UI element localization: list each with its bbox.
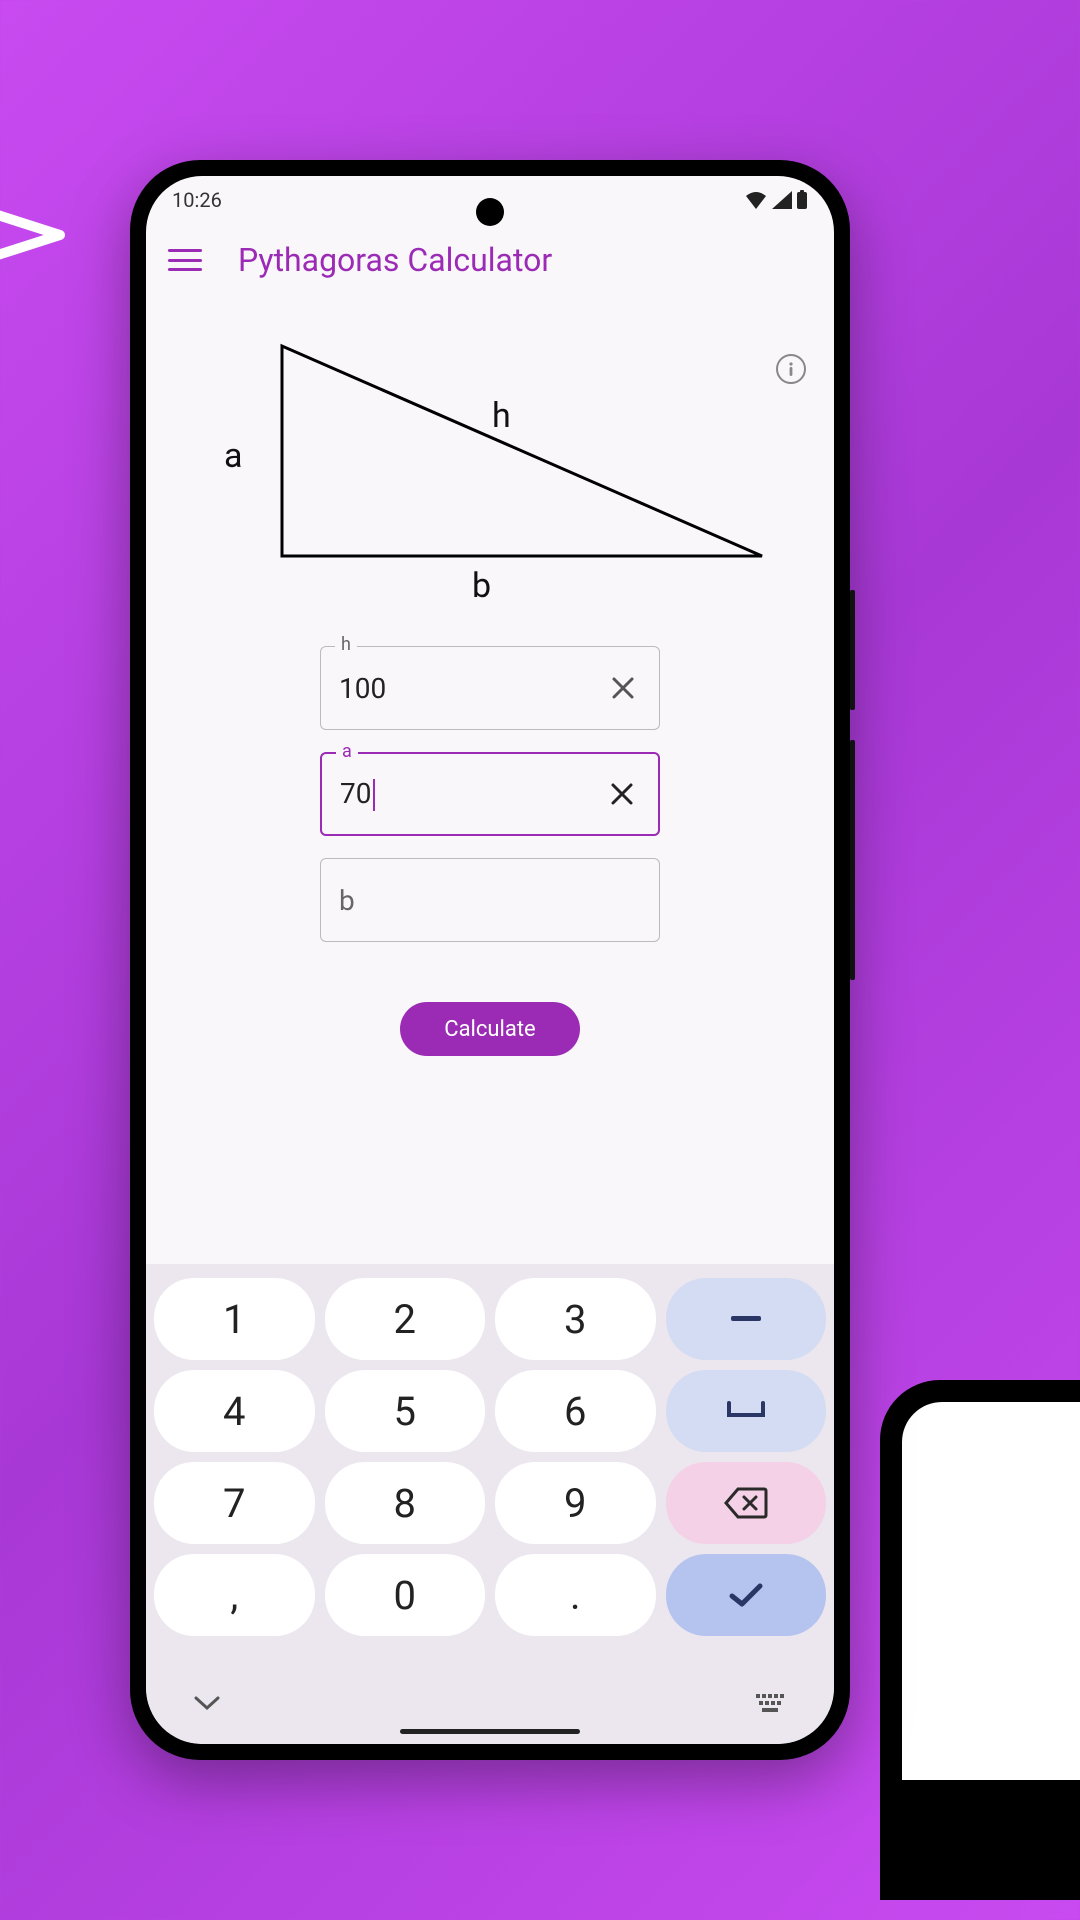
triangle-label-b: b xyxy=(472,566,491,606)
input-a-label: a xyxy=(336,741,358,762)
input-b[interactable]: b xyxy=(320,858,660,942)
clear-h-button[interactable] xyxy=(605,670,641,706)
triangle-label-h: h xyxy=(492,396,511,436)
input-h-value: 100 xyxy=(339,672,605,705)
input-a-value: 70 xyxy=(340,777,604,812)
key-5[interactable]: 5 xyxy=(325,1370,486,1452)
key-9[interactable]: 9 xyxy=(495,1462,656,1544)
input-h[interactable]: h 100 xyxy=(320,646,660,730)
key-8[interactable]: 8 xyxy=(325,1462,486,1544)
gesture-nav-bar[interactable] xyxy=(400,1729,580,1734)
key-space[interactable] xyxy=(666,1370,827,1452)
front-camera xyxy=(476,198,504,226)
key-comma[interactable]: , xyxy=(154,1554,315,1636)
clear-a-button[interactable] xyxy=(604,776,640,812)
keyboard-collapse-button[interactable] xyxy=(194,1696,220,1712)
triangle-diagram: a h b xyxy=(162,336,818,616)
key-4[interactable]: 4 xyxy=(154,1370,315,1452)
key-period[interactable]: . xyxy=(495,1554,656,1636)
input-h-label: h xyxy=(335,634,357,655)
menu-icon[interactable] xyxy=(168,249,202,271)
phone-screen: 10:26 Pythagoras Calculator a h xyxy=(146,176,834,1744)
phone-device-frame: 10:26 Pythagoras Calculator a h xyxy=(130,160,850,1760)
keyboard-switch-button[interactable] xyxy=(756,1694,786,1714)
input-a[interactable]: a 70 xyxy=(320,752,660,836)
input-b-label: b xyxy=(339,884,355,917)
status-time: 10:26 xyxy=(172,188,222,212)
app-bar: Pythagoras Calculator xyxy=(146,224,834,296)
numeric-keyboard: 1 2 3 4 5 6 7 8 xyxy=(146,1264,834,1744)
background-triangle-fragment xyxy=(0,180,80,300)
wifi-icon xyxy=(744,191,768,209)
second-phone-fragment xyxy=(880,1380,1080,1900)
key-7[interactable]: 7 xyxy=(154,1462,315,1544)
text-cursor xyxy=(373,779,375,811)
key-backspace[interactable] xyxy=(666,1462,827,1544)
key-0[interactable]: 0 xyxy=(325,1554,486,1636)
battery-icon xyxy=(796,190,808,210)
key-3[interactable]: 3 xyxy=(495,1278,656,1360)
triangle-label-a: a xyxy=(224,436,243,476)
calculate-button[interactable]: Calculate xyxy=(400,1002,580,1056)
app-title: Pythagoras Calculator xyxy=(238,241,552,279)
cell-signal-icon xyxy=(772,191,792,209)
key-minus[interactable] xyxy=(666,1278,827,1360)
key-1[interactable]: 1 xyxy=(154,1278,315,1360)
key-6[interactable]: 6 xyxy=(495,1370,656,1452)
key-enter[interactable] xyxy=(666,1554,827,1636)
key-2[interactable]: 2 xyxy=(325,1278,486,1360)
